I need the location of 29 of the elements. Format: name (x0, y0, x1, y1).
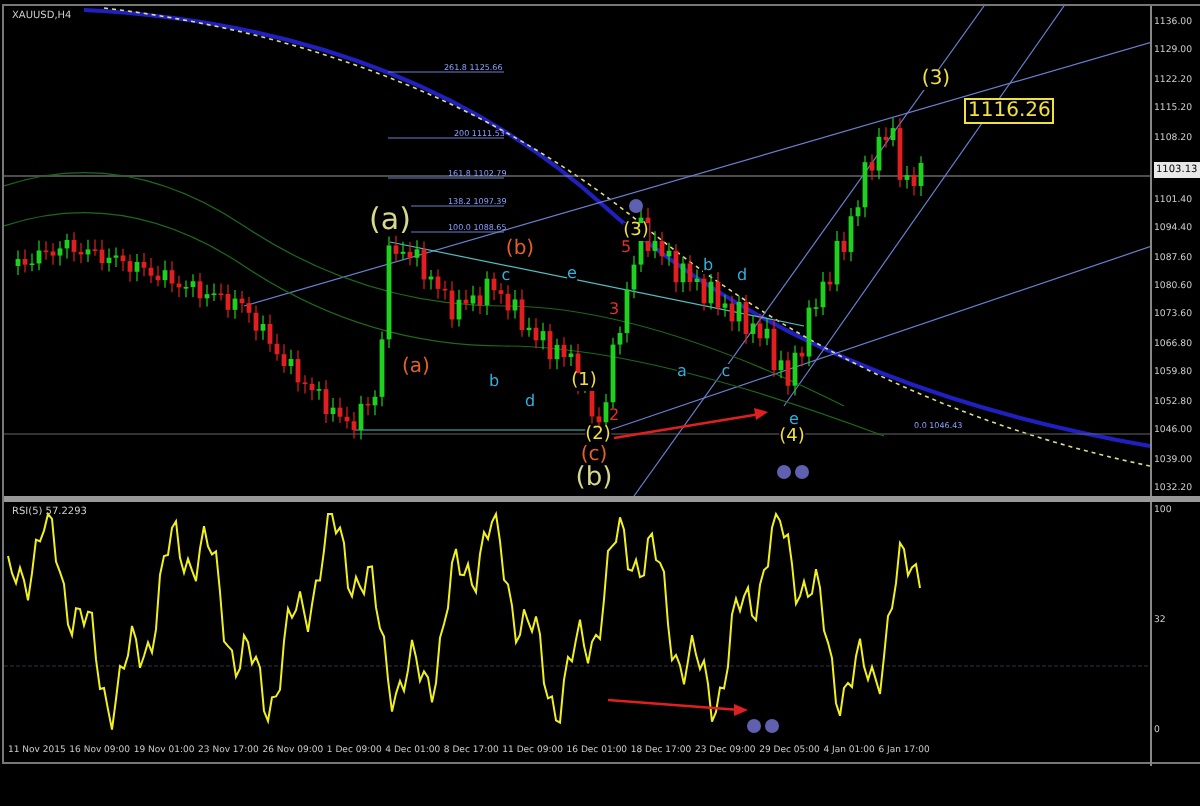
wave-label: 3 (608, 302, 620, 318)
wave-label: 5 (620, 240, 632, 256)
marker-dot (765, 719, 779, 733)
wave-label: (2) (585, 427, 611, 445)
wave-label: a (677, 364, 687, 380)
wave-label: (1) (571, 373, 597, 391)
wave-label: 2 (608, 408, 620, 424)
marker-dot (777, 465, 791, 479)
wave-label: (a) (369, 205, 411, 235)
wave-label: d (524, 394, 536, 410)
wave-label: (3) (921, 70, 951, 90)
wave-label: (b) (505, 240, 535, 260)
wave-label: d (736, 268, 748, 284)
wave-label: c (501, 268, 511, 284)
wave-label: (c) (580, 446, 608, 466)
wave-label: (a) (402, 358, 430, 378)
wave-label: (b) (575, 465, 613, 491)
wave-label: b (488, 374, 500, 390)
wave-label: e (789, 412, 799, 428)
marker-dot (747, 719, 761, 733)
wave-label: b (702, 258, 714, 274)
marker-dot (795, 465, 809, 479)
wave-label: c (721, 364, 731, 380)
wave-label: (4) (779, 429, 805, 447)
wave-label: e (567, 266, 577, 282)
price-tag: 1116.26 (964, 98, 1055, 124)
wave-label: (3) (623, 223, 649, 241)
marker-dot (629, 199, 643, 213)
arrow (607, 698, 748, 716)
